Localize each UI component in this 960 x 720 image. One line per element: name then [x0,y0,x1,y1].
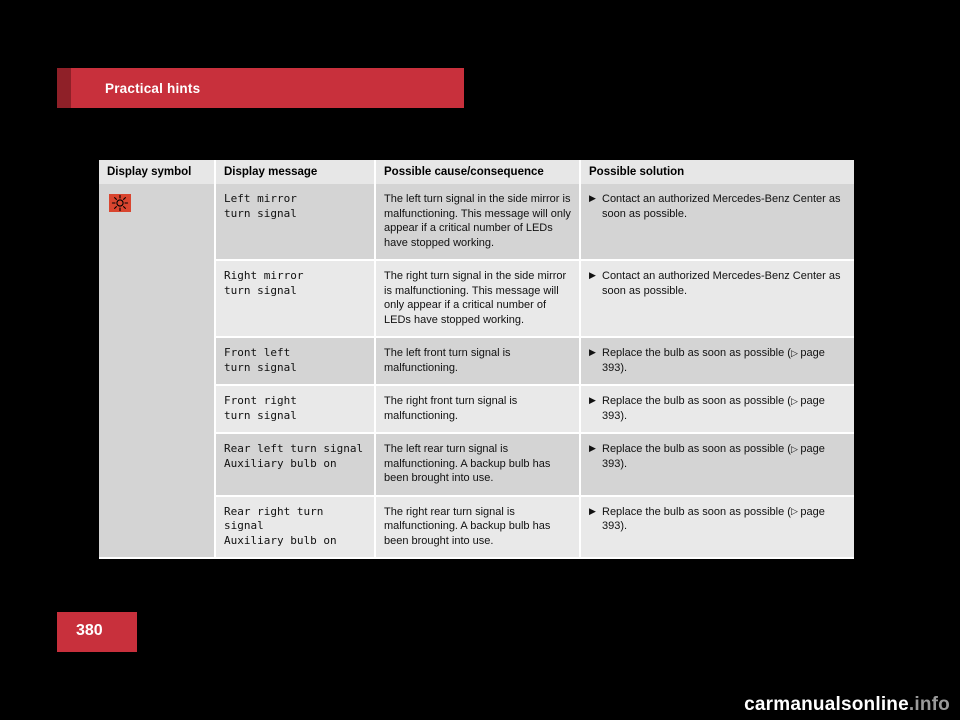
solution-suffix: ). [620,457,628,470]
possible-cause-text: The left turn signal in the side mirror … [375,184,581,262]
column-header-display-symbol: Display symbol [99,160,216,184]
display-message-text: Front right turn signal [215,385,376,435]
possible-solution-text: Replace the bulb as soon as possible (▷ … [602,505,846,534]
watermark-main: carmanualsonline [744,694,909,715]
bullet-arrow-icon: ▶ [589,193,596,203]
document-page: Practical hints Display symbol Display m… [0,0,960,720]
column-header-display-message: Display message [215,160,376,184]
possible-solution-text: Replace the bulb as soon as possible (▷ … [602,442,846,471]
display-messages-table: Display symbol Display message Possible … [99,160,854,560]
bullet-arrow-icon: ▶ [589,443,596,454]
bullet-arrow-icon: ▶ [589,395,596,406]
watermark: carmanualsonline.info [744,694,950,716]
possible-solution-cell: ▶ Replace the bulb as soon as possible (… [580,337,854,387]
possible-cause-text: The left rear turn signal is malfunction… [375,433,581,497]
solution-suffix: ). [620,361,628,374]
possible-solution-cell: ▶ Contact an authorized Mercedes-Benz Ce… [580,184,854,262]
possible-solution-cell: ▶ Contact an authorized Mercedes-Benz Ce… [580,260,854,339]
column-header-possible-cause: Possible cause/consequence [375,160,581,184]
solution-prefix: Replace the bulb as soon as possible ( [602,347,791,360]
possible-solution-cell: ▶ Replace the bulb as soon as possible (… [580,433,854,497]
possible-cause-text: The right rear turn signal is malfunctio… [375,495,581,560]
possible-solution-text: Replace the bulb as soon as possible (▷ … [602,346,846,375]
page-reference-arrow-icon: ▷ [790,347,801,358]
solution-prefix: Replace the bulb as soon as possible ( [602,443,791,456]
solution-suffix: ). [620,409,628,422]
section-header-accent-bar [57,68,71,108]
table-row: Left mirror turn signal The left turn si… [99,184,854,560]
solution-prefix: Replace the bulb as soon as possible ( [602,505,791,518]
display-message-text: Left mirror turn signal [215,184,376,262]
display-messages-table-wrapper: Display symbol Display message Possible … [99,160,854,560]
table-header-row: Display symbol Display message Possible … [99,160,854,184]
display-message-text: Right mirror turn signal [215,260,376,339]
possible-solution-text: Contact an authorized Mercedes-Benz Cent… [602,193,841,220]
watermark-suffix: .info [908,694,950,715]
display-message-text: Front left turn signal [215,337,376,387]
page-reference-arrow-icon: ▷ [790,506,801,517]
bullet-arrow-icon: ▶ [589,347,596,358]
page-reference-arrow-icon: ▷ [790,443,801,454]
possible-solution-text: Replace the bulb as soon as possible (▷ … [602,394,846,423]
turn-signal-indicator-icon [109,194,131,212]
possible-cause-text: The left front turn signal is malfunctio… [375,337,581,387]
symbol-cell [99,184,216,560]
solution-prefix: Replace the bulb as soon as possible ( [602,395,791,408]
section-title: Practical hints [105,81,201,96]
bullet-arrow-icon: ▶ [589,270,596,281]
bullet-arrow-icon: ▶ [589,505,596,516]
display-message-text: Rear right turn signal Auxiliary bulb on [215,495,376,560]
display-message-text: Rear left turn signal Auxiliary bulb on [215,433,376,497]
possible-solution-cell: ▶ Replace the bulb as soon as possible (… [580,495,854,560]
solution-suffix: ). [620,520,628,533]
page-number: 380 [76,622,103,639]
column-header-possible-solution: Possible solution [580,160,854,184]
possible-cause-text: The right turn signal in the side mirror… [375,260,581,339]
page-reference-arrow-icon: ▷ [790,395,801,406]
possible-solution-cell: ▶ Replace the bulb as soon as possible (… [580,385,854,435]
possible-cause-text: The right front turn signal is malfuncti… [375,385,581,435]
possible-solution-text: Contact an authorized Mercedes-Benz Cent… [602,270,841,297]
